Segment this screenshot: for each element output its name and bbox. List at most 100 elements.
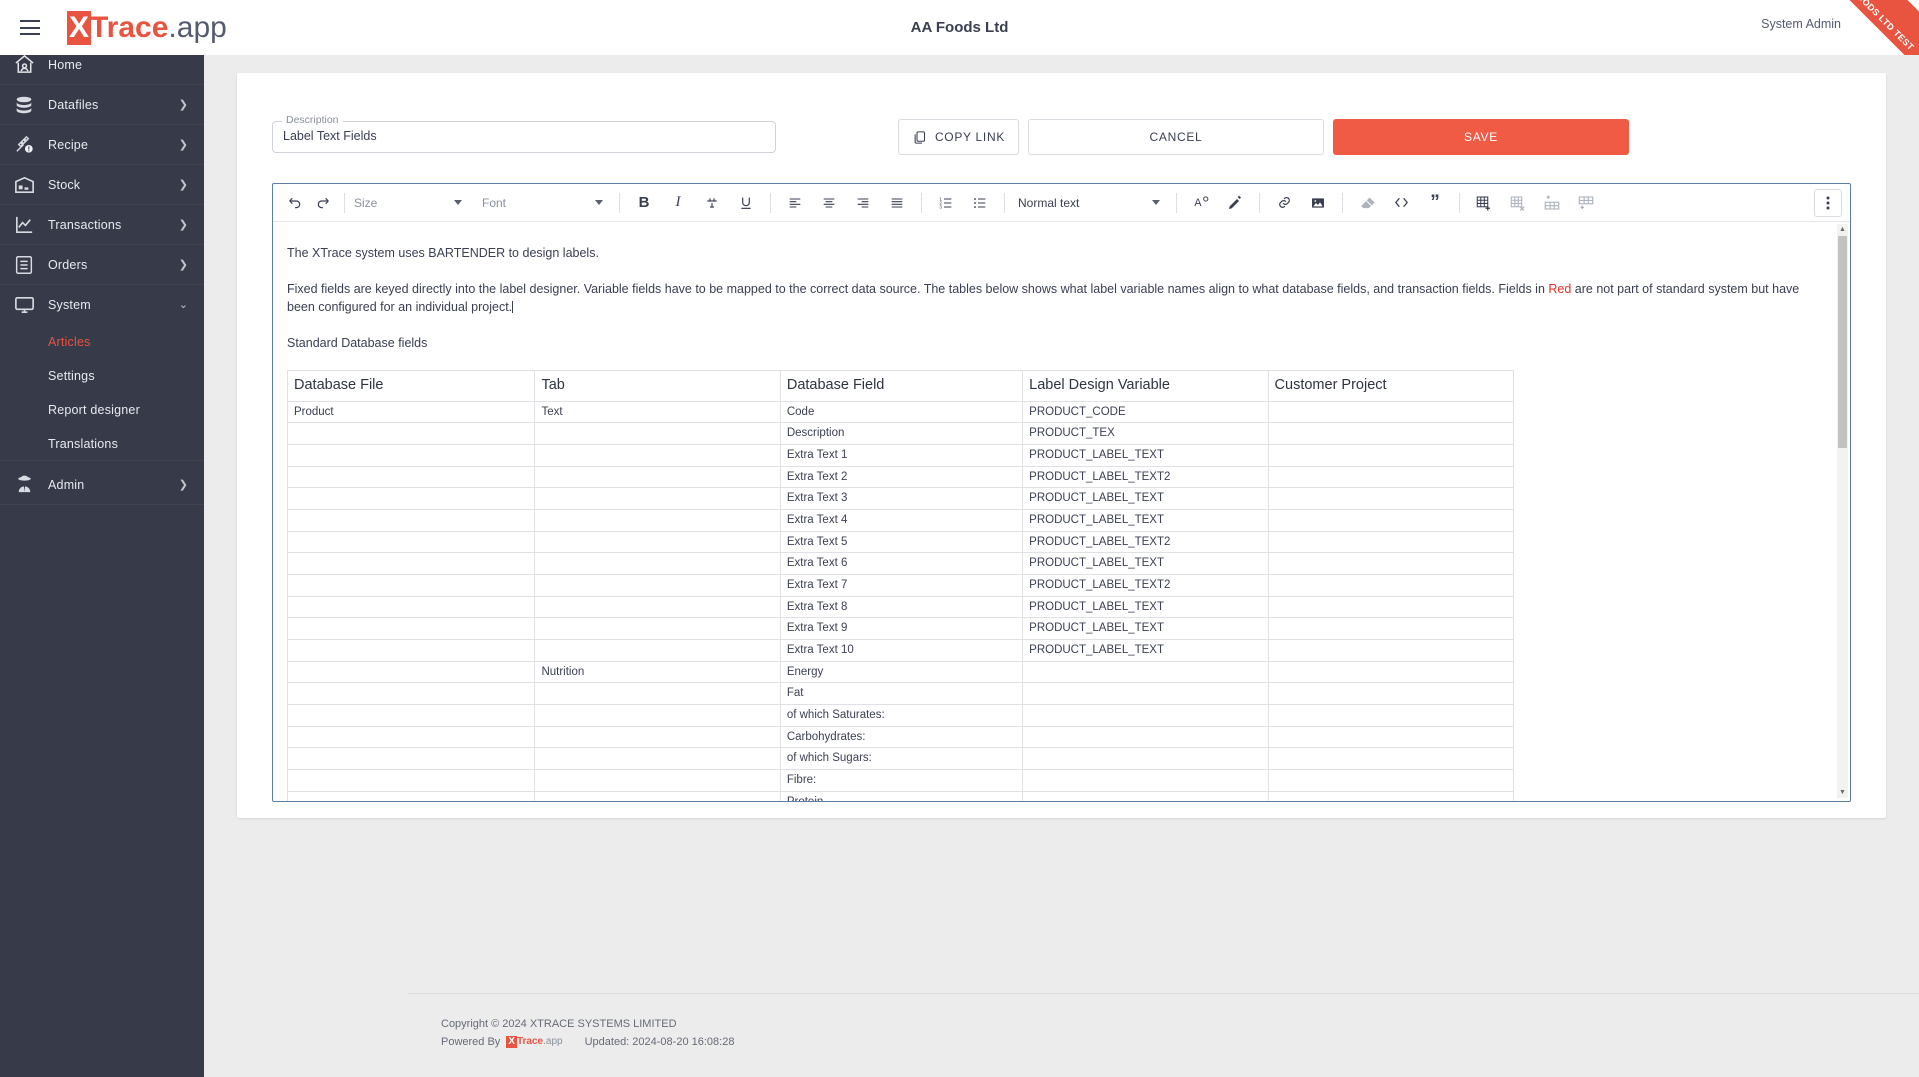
table-cell <box>534 638 781 662</box>
delete-table-icon[interactable] <box>1501 189 1535 217</box>
table-cell: Fat <box>779 682 1024 705</box>
sidebar-item-articles[interactable]: Articles <box>0 325 204 359</box>
footer-brand-logo: X Trace .app <box>506 1036 563 1048</box>
link-icon[interactable] <box>1267 189 1301 217</box>
table-cell: PRODUCT_LABEL_TEXT <box>1022 443 1269 467</box>
table-cell: PRODUCT_LABEL_TEXT <box>1022 487 1269 510</box>
redo-icon[interactable] <box>309 189 337 217</box>
code-icon[interactable] <box>1384 189 1418 217</box>
text-color-icon[interactable]: A <box>1184 189 1218 217</box>
sidebar-item-label: Settings <box>48 369 95 383</box>
wheat-alert-icon <box>0 133 48 156</box>
font-family-label: Font <box>482 195 507 210</box>
eraser-icon[interactable] <box>1350 189 1384 217</box>
underline-icon[interactable] <box>729 189 763 217</box>
chevron-down-icon <box>595 200 603 205</box>
table-cell: Fibre: <box>779 768 1024 792</box>
brand-logo[interactable]: X Trace .app <box>67 10 227 45</box>
toolbar-divider <box>1459 192 1460 213</box>
font-family-select[interactable]: Font <box>480 190 605 216</box>
sidebar-item-label: Recipe <box>48 137 89 152</box>
brand-trace-text: Trace <box>90 10 169 44</box>
more-vertical-icon[interactable] <box>1814 188 1842 217</box>
svg-text:3: 3 <box>939 204 942 209</box>
toolbar-divider <box>770 192 771 213</box>
user-menu[interactable]: System Admin <box>1761 17 1841 31</box>
italic-button[interactable]: I <box>661 189 695 217</box>
insert-table-icon[interactable] <box>1467 189 1501 217</box>
bold-button[interactable]: B <box>627 189 661 217</box>
chevron-right-icon: ❯ <box>178 479 188 491</box>
insert-row-icon[interactable] <box>1535 189 1569 217</box>
font-size-select[interactable]: Size <box>352 190 464 216</box>
monitor-icon <box>0 293 48 316</box>
table-cell: PRODUCT_TEX <box>1022 422 1269 445</box>
scrollbar-thumb[interactable] <box>1838 236 1847 448</box>
table-cell: PRODUCT_LABEL_TEXT2 <box>1022 573 1269 597</box>
table-cell: PRODUCT_LABEL_TEXT <box>1022 595 1269 619</box>
insert-column-icon[interactable] <box>1569 189 1603 217</box>
table-cell: PRODUCT_LABEL_TEXT <box>1022 552 1269 575</box>
table-cell <box>534 443 781 467</box>
table-cell <box>1267 768 1515 792</box>
table-cell <box>534 703 781 727</box>
table-cell: of which Saturates: <box>779 703 1024 727</box>
page-footer: Copyright © 2024 XTRACE SYSTEMS LIMITED … <box>408 993 1919 1077</box>
bullet-list-icon[interactable] <box>963 189 997 217</box>
last-updated-text: Updated: 2024-08-20 16:08:28 <box>584 1036 735 1048</box>
align-center-icon[interactable] <box>812 189 846 217</box>
toolbar-divider <box>1004 192 1005 213</box>
table-cell: Nutrition <box>534 660 781 684</box>
table-cell <box>1267 508 1515 532</box>
quote-icon[interactable]: ” <box>1418 189 1452 217</box>
editor-document-area[interactable]: The XTrace system uses BARTENDER to desi… <box>273 222 1850 801</box>
sidebar-item-orders[interactable]: Orders ❯ <box>0 245 204 285</box>
sidebar-item-label: Home <box>48 57 83 72</box>
table-cell <box>286 725 536 749</box>
scroll-up-arrow-icon[interactable]: ▲ <box>1837 224 1848 235</box>
ordered-list-icon[interactable]: 1 2 3 <box>929 189 963 217</box>
sidebar-item-translations[interactable]: Translations <box>0 427 204 461</box>
scroll-down-arrow-icon[interactable]: ▼ <box>1837 787 1848 798</box>
undo-icon[interactable] <box>281 189 309 217</box>
table-cell: Extra Text 4 <box>779 508 1024 532</box>
document-content[interactable]: The XTrace system uses BARTENDER to desi… <box>286 244 1824 801</box>
table-cell: Extra Text 1 <box>779 443 1024 467</box>
text-caret <box>512 301 514 314</box>
hamburger-icon[interactable] <box>20 20 40 35</box>
table-cell <box>286 443 536 467</box>
sidebar-item-stock[interactable]: Stock ❯ <box>0 165 204 205</box>
table-row: Extra Text 10 PRODUCT_LABEL_TEXT <box>286 638 1515 662</box>
document-paragraph-1: The XTrace system uses BARTENDER to desi… <box>287 246 599 260</box>
strikethrough-icon[interactable] <box>695 189 729 217</box>
save-button[interactable]: SAVE <box>1333 119 1629 155</box>
cancel-button[interactable]: CANCEL <box>1028 119 1324 155</box>
sidebar-item-transactions[interactable]: Transactions ❯ <box>0 205 204 245</box>
sidebar-item-settings[interactable]: Settings <box>0 359 204 393</box>
table-cell: Extra Text 5 <box>779 530 1024 554</box>
highlight-icon[interactable] <box>1218 189 1252 217</box>
copy-link-button[interactable]: COPY LINK <box>898 119 1019 155</box>
table-cell <box>1267 703 1515 727</box>
table-row: Fibre: <box>286 768 1515 792</box>
editor-scrollbar[interactable]: ▲ ▼ <box>1837 224 1848 798</box>
table-cell <box>1267 530 1515 554</box>
table-cell: PRODUCT_LABEL_TEXT <box>1022 508 1269 532</box>
table-row: Extra Text 3 PRODUCT_LABEL_TEXT <box>286 487 1515 510</box>
align-justify-icon[interactable] <box>880 189 914 217</box>
align-right-icon[interactable] <box>846 189 880 217</box>
table-cell: PRODUCT_LABEL_TEXT2 <box>1022 530 1269 554</box>
sidebar-item-recipe[interactable]: Recipe ❯ <box>0 125 204 165</box>
description-input[interactable] <box>283 129 763 143</box>
table-header-row: Database File Tab Database Field Label D… <box>286 369 1515 402</box>
sidebar-item-report-designer[interactable]: Report designer <box>0 393 204 427</box>
footer-brand-app: .app <box>543 1036 563 1047</box>
sidebar-item-datafiles[interactable]: Datafiles ❯ <box>0 85 204 125</box>
sidebar-item-admin[interactable]: Admin ❯ <box>0 465 204 505</box>
align-left-icon[interactable] <box>778 189 812 217</box>
block-format-select[interactable]: Normal text <box>1016 190 1162 216</box>
table-cell <box>1267 400 1515 424</box>
line-chart-icon <box>0 213 48 236</box>
image-icon[interactable] <box>1301 189 1335 217</box>
sidebar-item-system[interactable]: System ⌄ <box>0 285 204 325</box>
